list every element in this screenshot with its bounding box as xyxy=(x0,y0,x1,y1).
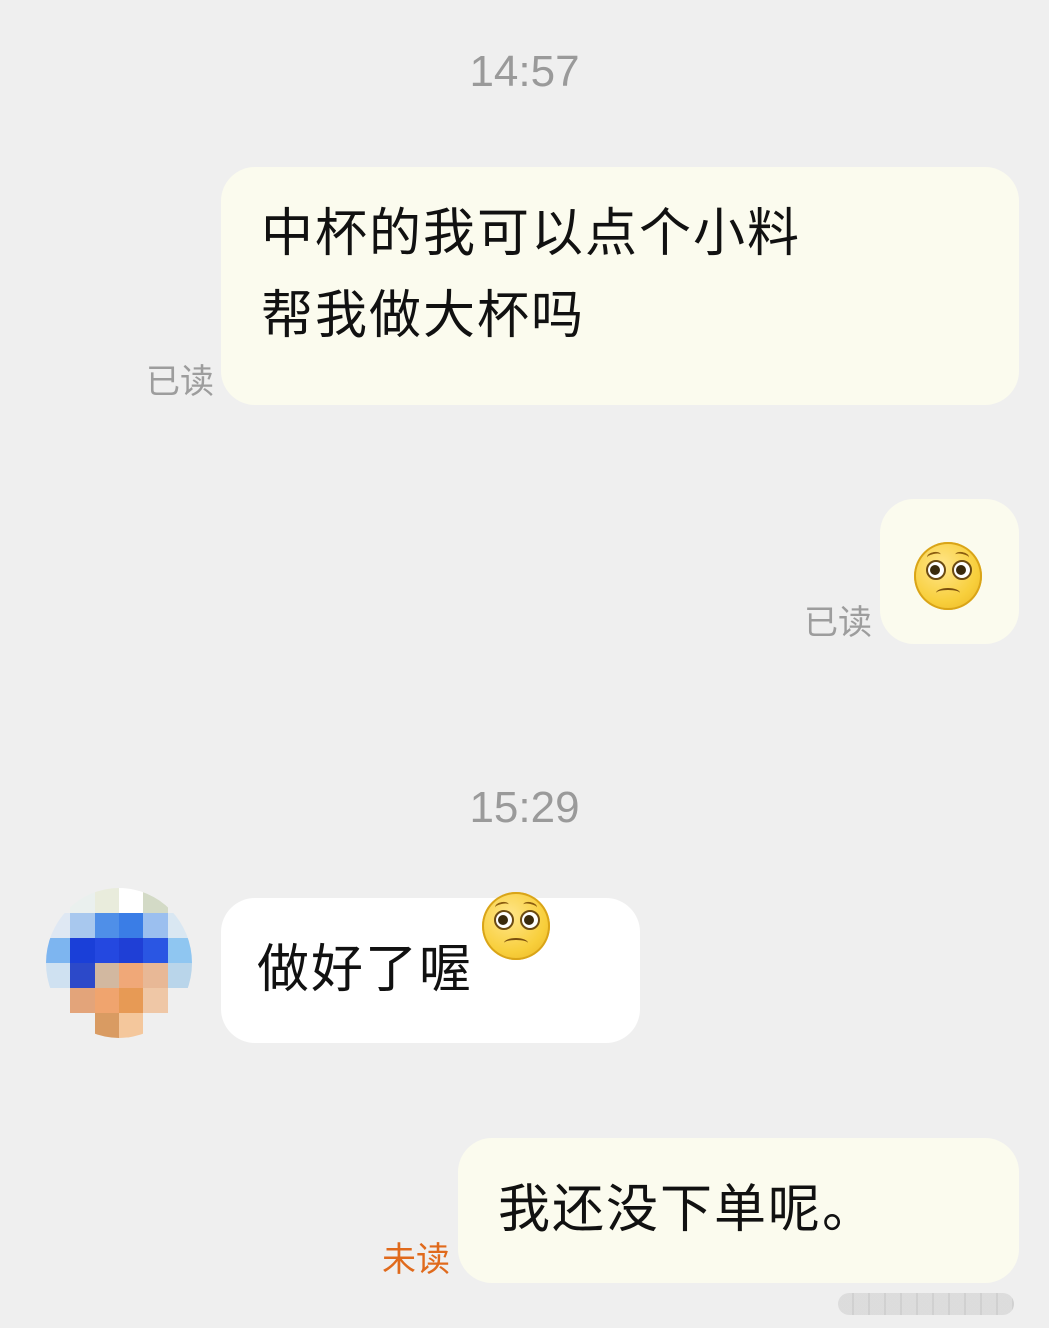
message-bubble-outgoing[interactable]: 中杯的我可以点个小料 帮我做大杯吗 xyxy=(221,167,1019,405)
avatar-pixel xyxy=(143,1013,168,1038)
message-bubble-outgoing[interactable]: 我还没下单呢。 xyxy=(458,1138,1019,1283)
unread-status: 未读 xyxy=(382,1240,450,1280)
message-line: 帮我做大杯吗 xyxy=(261,286,586,346)
avatar-pixel xyxy=(143,913,168,938)
avatar-pixel xyxy=(70,888,95,913)
avatar-pixel xyxy=(94,1013,119,1038)
read-status: 已读 xyxy=(146,362,214,402)
avatar-pixel xyxy=(46,963,71,988)
avatar-pixel xyxy=(167,888,192,913)
avatar-pixel xyxy=(143,988,168,1013)
avatar-pixel xyxy=(46,1013,71,1038)
avatar-pixel xyxy=(119,1013,144,1038)
avatar-pixel xyxy=(119,963,144,988)
avatar-pixel xyxy=(46,888,71,913)
contact-avatar[interactable] xyxy=(46,888,192,1038)
avatar-pixel xyxy=(167,988,192,1013)
read-status: 已读 xyxy=(804,603,872,643)
avatar-pixel xyxy=(70,913,95,938)
avatar-pixel xyxy=(94,913,119,938)
message-bubble-outgoing[interactable] xyxy=(880,499,1019,644)
message-bubble-incoming[interactable]: 做好了喔 xyxy=(221,892,640,1043)
avatar-pixel xyxy=(167,963,192,988)
avatar-pixel xyxy=(167,938,192,963)
avatar-pixel xyxy=(94,938,119,963)
avatar-pixel xyxy=(143,963,168,988)
avatar-pixel xyxy=(46,913,71,938)
avatar-pixel xyxy=(143,888,168,913)
avatar-pixel xyxy=(167,1013,192,1038)
timestamp-1457: 14:57 xyxy=(469,47,580,96)
worried-face-emoji-icon xyxy=(482,892,551,960)
home-indicator xyxy=(838,1293,1014,1315)
avatar-pixel xyxy=(119,988,144,1013)
avatar-pixel xyxy=(119,888,144,913)
avatar-pixel xyxy=(119,938,144,963)
message-text: 我还没下单呢。 xyxy=(498,1180,877,1240)
avatar-pixel xyxy=(119,913,144,938)
timestamp-1529: 15:29 xyxy=(469,783,580,832)
avatar-pixel xyxy=(94,888,119,913)
avatar-pixel xyxy=(70,1013,95,1038)
message-line: 中杯的我可以点个小料 xyxy=(261,204,802,264)
avatar-pixel xyxy=(70,988,95,1013)
avatar-pixel xyxy=(94,963,119,988)
avatar-pixel xyxy=(143,938,168,963)
avatar-pixel xyxy=(94,988,119,1013)
worried-face-emoji-icon xyxy=(914,542,982,610)
avatar-pixel xyxy=(70,938,95,963)
message-text: 做好了喔 xyxy=(257,940,474,1000)
avatar-pixel xyxy=(70,963,95,988)
avatar-pixel xyxy=(167,913,192,938)
avatar-pixel xyxy=(46,988,71,1013)
avatar-pixel xyxy=(46,938,71,963)
